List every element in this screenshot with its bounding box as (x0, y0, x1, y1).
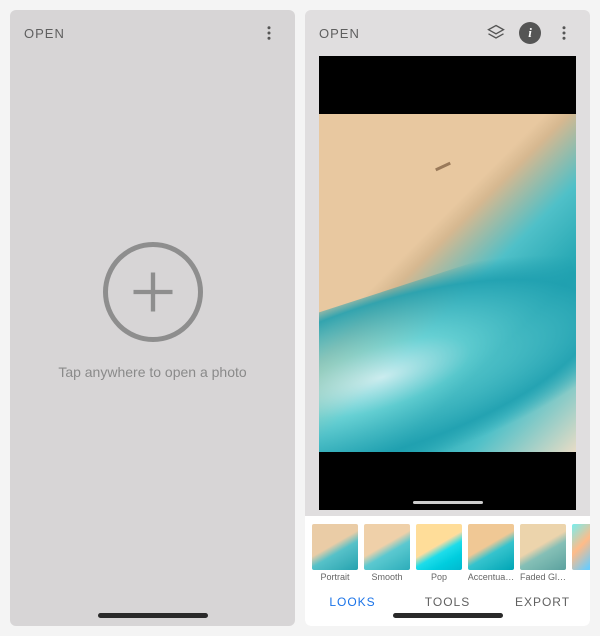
more-icon[interactable] (552, 21, 576, 45)
filter-label: Pop (431, 572, 447, 582)
screen-editor: OPEN i Portrait Smooth (305, 10, 590, 626)
layers-icon[interactable] (484, 21, 508, 45)
filter-accentuate[interactable]: Accentua… (467, 524, 515, 582)
letterbox-top (319, 56, 576, 114)
info-icon[interactable]: i (518, 21, 542, 45)
canvas-area[interactable] (305, 56, 590, 516)
photo-canvas[interactable] (319, 56, 576, 510)
more-icon[interactable] (257, 21, 281, 45)
filter-label: Faded Gl… (520, 572, 566, 582)
filter-thumb (416, 524, 462, 570)
filter-smooth[interactable]: Smooth (363, 524, 411, 582)
tab-looks[interactable]: LOOKS (305, 595, 400, 609)
filter-thumb (364, 524, 410, 570)
home-indicator (98, 613, 208, 618)
tab-export[interactable]: EXPORT (495, 595, 590, 609)
screen-open-empty: OPEN Tap anywhere to open a photo (10, 10, 295, 626)
filter-thumb (312, 524, 358, 570)
bottom-panel: Portrait Smooth Pop Accentua… Faded Gl… … (305, 516, 590, 626)
filter-label: Smooth (371, 572, 402, 582)
topbar: OPEN i (305, 10, 590, 56)
open-hint-text: Tap anywhere to open a photo (58, 364, 246, 380)
drag-handle-icon (413, 501, 483, 504)
filter-label: Accentua… (468, 572, 515, 582)
filter-faded-glow[interactable]: Faded Gl… (519, 524, 567, 582)
empty-open-area[interactable]: Tap anywhere to open a photo (10, 56, 295, 626)
photo-preview[interactable] (319, 114, 576, 452)
filter-pop[interactable]: Pop (415, 524, 463, 582)
filter-portrait[interactable]: Portrait (311, 524, 359, 582)
open-button[interactable]: OPEN (319, 26, 474, 41)
filter-strip[interactable]: Portrait Smooth Pop Accentua… Faded Gl… … (305, 524, 590, 582)
topbar: OPEN (10, 10, 295, 56)
tab-tools[interactable]: TOOLS (400, 595, 495, 609)
filter-more[interactable]: M (571, 524, 590, 582)
filter-thumb (520, 524, 566, 570)
home-indicator (393, 613, 503, 618)
add-photo-button[interactable] (103, 242, 203, 342)
filter-label: Portrait (320, 572, 349, 582)
filter-thumb (572, 524, 590, 570)
filter-thumb (468, 524, 514, 570)
open-button[interactable]: OPEN (24, 26, 247, 41)
